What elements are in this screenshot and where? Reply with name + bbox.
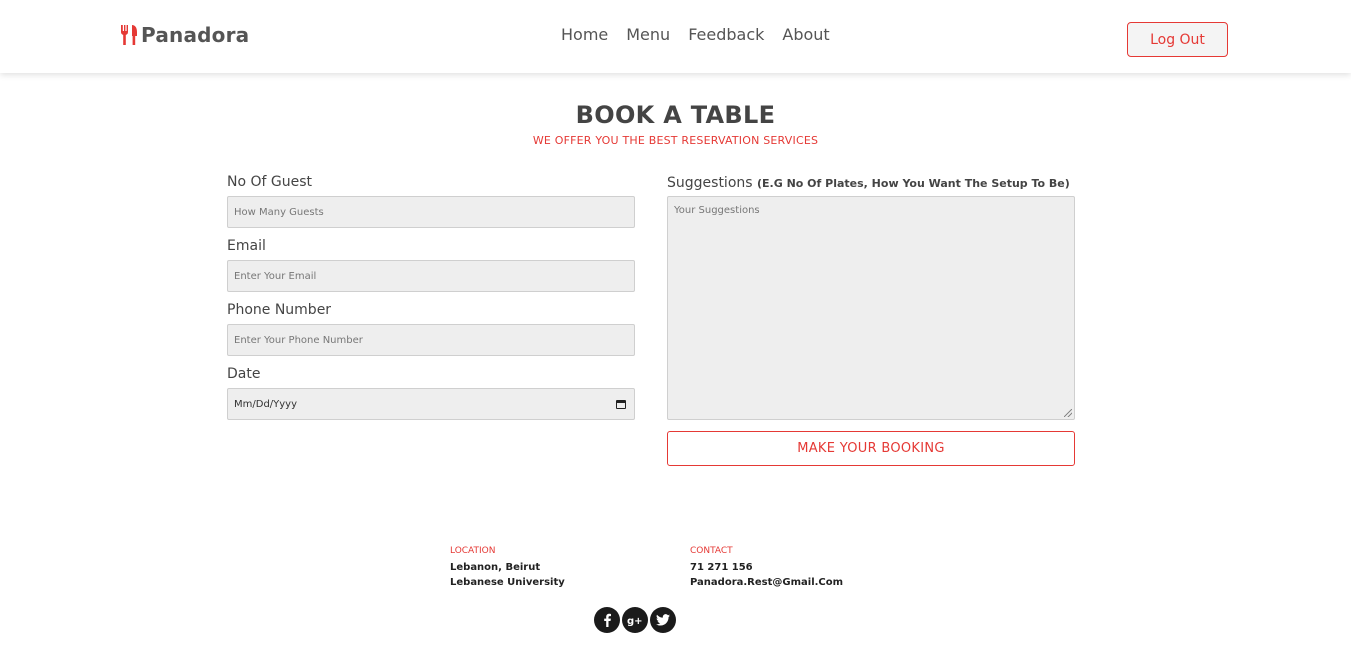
guests-placeholder: How Many Guests <box>234 206 324 218</box>
brand-name: Panadora <box>141 23 250 47</box>
suggestions-textarea[interactable]: Your Suggestions <box>667 196 1075 420</box>
make-booking-button[interactable]: MAKE YOUR BOOKING <box>667 431 1075 466</box>
phone-placeholder: Enter Your Phone Number <box>234 334 363 346</box>
twitter-icon[interactable] <box>650 607 676 633</box>
svg-text:g+: g+ <box>627 616 643 626</box>
google-plus-icon[interactable]: g+ <box>622 607 648 633</box>
location-heading: LOCATION <box>450 546 496 556</box>
suggestions-hint: (E.G No Of Plates, How You Want The Setu… <box>757 177 1070 190</box>
page-subtitle: WE OFFER YOU THE BEST RESERVATION SERVIC… <box>532 134 819 147</box>
date-label: Date <box>227 366 261 382</box>
location-line-2: Lebanese University <box>450 577 565 588</box>
calendar-icon[interactable] <box>616 399 626 409</box>
guests-input[interactable]: How Many Guests <box>227 196 635 228</box>
phone-label: Phone Number <box>227 302 332 318</box>
main-nav: Home Menu Feedback About <box>561 25 848 44</box>
nav-about[interactable]: About <box>782 25 829 44</box>
email-input[interactable]: Enter Your Email <box>227 260 635 292</box>
email-placeholder: Enter Your Email <box>234 270 317 282</box>
logout-button[interactable]: Log Out <box>1127 22 1228 57</box>
utensils-icon <box>120 24 138 46</box>
suggestions-label-text: Suggestions <box>667 175 753 191</box>
location-line-1: Lebanon, Beirut <box>450 562 541 573</box>
nav-feedback[interactable]: Feedback <box>688 25 764 44</box>
date-value: Mm/Dd/Yyyy <box>234 398 298 410</box>
social-links: g+ <box>594 607 676 633</box>
page-title: BOOK A TABLE <box>575 101 776 129</box>
facebook-icon[interactable] <box>594 607 620 633</box>
brand-logo[interactable]: Panadora <box>120 22 249 48</box>
suggestions-placeholder: Your Suggestions <box>674 205 760 216</box>
guests-label: No Of Guest <box>227 174 313 190</box>
suggestions-label: Suggestions (E.G No Of Plates, How You W… <box>667 175 1070 191</box>
resize-handle-icon[interactable] <box>1064 409 1072 417</box>
nav-menu[interactable]: Menu <box>626 25 670 44</box>
nav-home[interactable]: Home <box>561 25 608 44</box>
top-navbar: Panadora Home Menu Feedback About Log Ou… <box>0 0 1351 73</box>
contact-email: Panadora.Rest@Gmail.Com <box>690 577 844 588</box>
email-label: Email <box>227 238 266 254</box>
date-input[interactable]: Mm/Dd/Yyyy <box>227 388 635 420</box>
phone-input[interactable]: Enter Your Phone Number <box>227 324 635 356</box>
contact-phone: 71 271 156 <box>690 562 753 573</box>
contact-heading: CONTACT <box>690 546 733 556</box>
